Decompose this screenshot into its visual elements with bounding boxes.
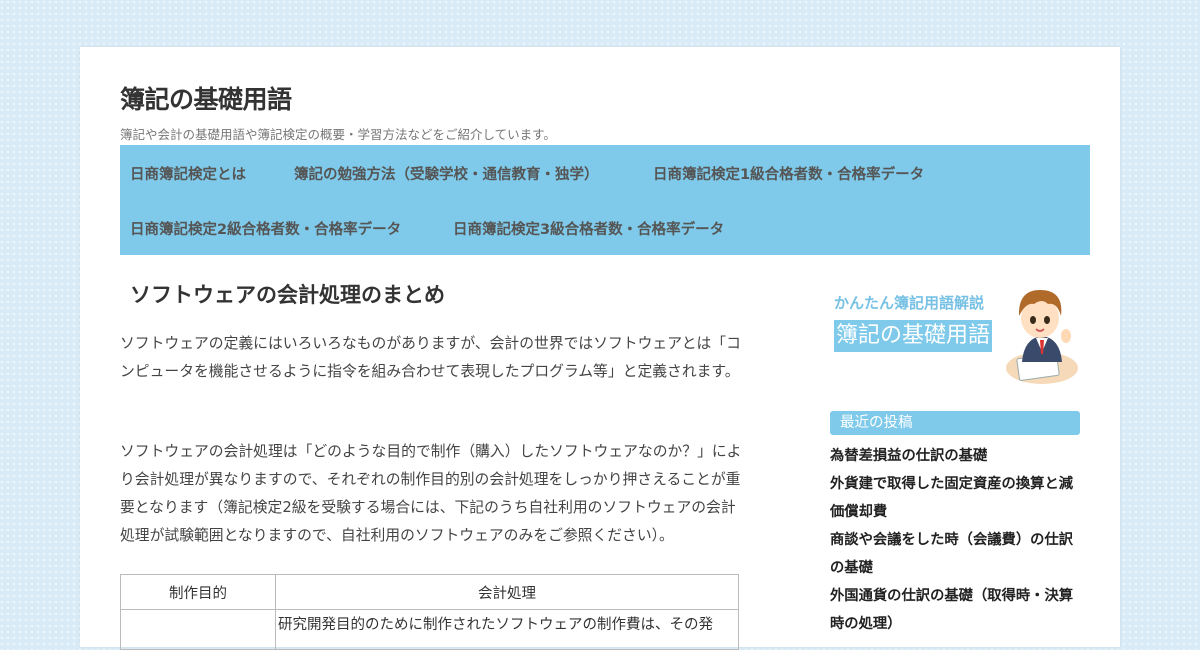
table-header-row: 制作目的 会計処理: [120, 574, 739, 610]
banner-subtitle: かんたん簿記用語解説: [834, 294, 985, 312]
nav-item-about-exam[interactable]: 日商簿記検定とは: [130, 163, 246, 184]
main-nav: 日商簿記検定とは 簿記の勉強方法（受験学校・通信教育・独学） 日商簿記検定1級合…: [120, 145, 1090, 255]
nav-item-grade2-data[interactable]: 日商簿記検定2級合格者数・合格率データ: [130, 218, 401, 239]
site-tagline: 簿記や会計の基礎用語や簿記検定の概要・学習方法などをご紹介しています。: [120, 127, 556, 142]
article-paragraph: ソフトウェアの定義にはいろいろなものがありますが、会計の世界ではソフトウェアとは…: [120, 335, 741, 380]
nav-item-study-methods[interactable]: 簿記の勉強方法（受験学校・通信教育・独学）: [294, 163, 599, 184]
nav-item-grade3-data[interactable]: 日商簿記検定3級合格者数・合格率データ: [453, 218, 724, 239]
article-title: ソフトウェアの会計処理のまとめ: [130, 283, 445, 307]
page-container: 簿記の基礎用語 簿記や会計の基礎用語や簿記検定の概要・学習方法などをご紹介してい…: [80, 47, 1120, 650]
recent-post-link[interactable]: 為替差損益の仕訳の基礎: [830, 442, 1080, 470]
recent-posts-list: 為替差損益の仕訳の基礎 外貨建で取得した固定資産の換算と減価償却費 商談や会議を…: [830, 442, 1080, 638]
recent-post-link[interactable]: 外貨建で取得した固定資産の換算と減価償却費: [830, 470, 1080, 526]
article-paragraph: ソフトウェアの会計処理は「どのような目的で制作（購入）したソフトウェアなのか？」…: [120, 443, 742, 544]
accounting-table: 制作目的 会計処理 研究開発目的のために制作されたソフトウェアの制作費は、その発: [120, 574, 739, 650]
mascot-boy-icon: [1006, 290, 1078, 384]
table-header-treatment: 会計処理: [275, 574, 739, 610]
banner-title: 簿記の基礎用語: [834, 320, 993, 352]
recent-posts-heading: 最近の投稿: [830, 411, 1080, 435]
nav-item-grade1-data[interactable]: 日商簿記検定1級合格者数・合格率データ: [653, 163, 924, 184]
sidebar-banner[interactable]: かんたん簿記用語解説 簿記の基礎用語: [830, 282, 1080, 387]
table-header-purpose: 制作目的: [120, 574, 276, 610]
site-title[interactable]: 簿記の基礎用語: [120, 80, 292, 116]
recent-post-link[interactable]: 商談や会議をした時（会議費）の仕訳の基礎: [830, 526, 1080, 582]
